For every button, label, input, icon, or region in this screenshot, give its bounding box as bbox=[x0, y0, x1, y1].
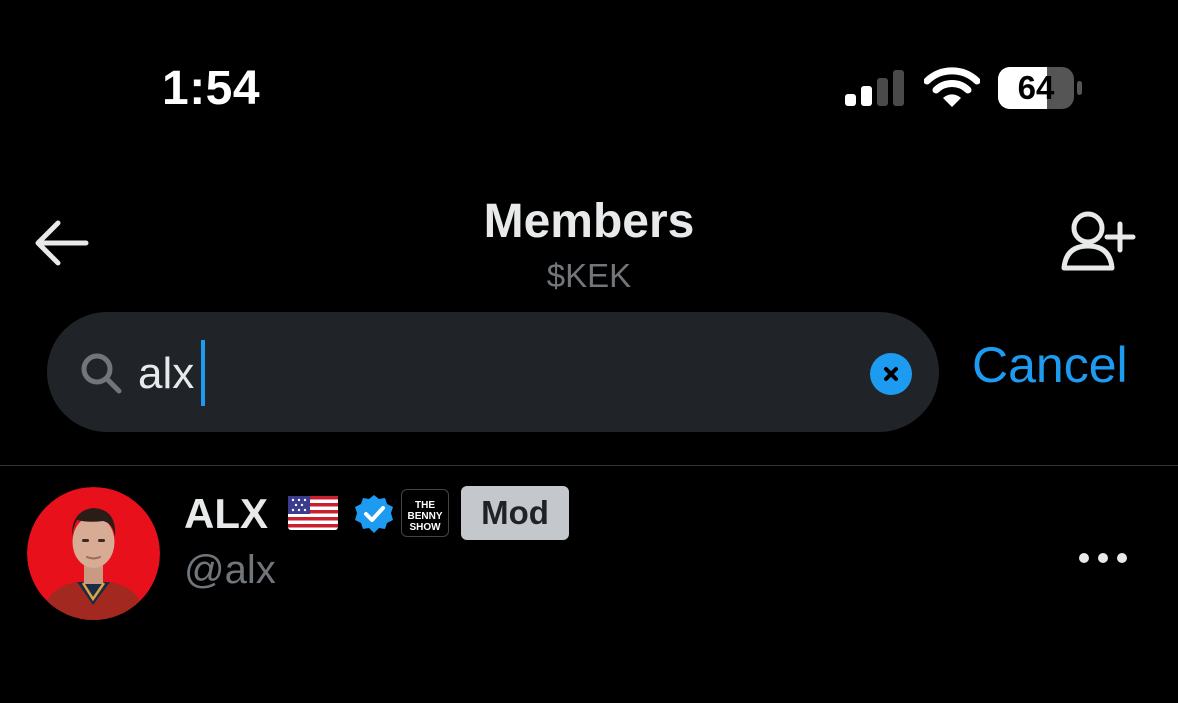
text-cursor bbox=[201, 340, 205, 406]
verified-badge-icon[interactable] bbox=[353, 493, 395, 535]
cancel-button[interactable]: Cancel bbox=[972, 335, 1128, 395]
more-dots-icon[interactable] bbox=[1074, 543, 1132, 573]
add-person-icon[interactable] bbox=[1058, 208, 1136, 274]
clear-x-icon[interactable] bbox=[870, 353, 912, 395]
divider bbox=[0, 465, 1178, 466]
affiliate-badge-label: THE BENNY SHOW bbox=[407, 500, 443, 533]
us-flag-icon bbox=[288, 496, 338, 530]
search-icon bbox=[81, 353, 122, 394]
status-time: 1:54 bbox=[162, 62, 261, 115]
search-input[interactable] bbox=[138, 340, 838, 408]
mod-badge: Mod bbox=[461, 486, 569, 540]
battery-level: 64 bbox=[1017, 69, 1055, 106]
cellular-signal-icon bbox=[845, 70, 904, 106]
member-handle: @alx bbox=[184, 548, 276, 592]
avatar[interactable] bbox=[27, 487, 160, 620]
wifi-icon bbox=[924, 67, 980, 107]
page-title: Members bbox=[483, 195, 695, 248]
member-name[interactable]: ALX bbox=[184, 488, 268, 540]
page-subtitle: $KEK bbox=[546, 257, 632, 294]
